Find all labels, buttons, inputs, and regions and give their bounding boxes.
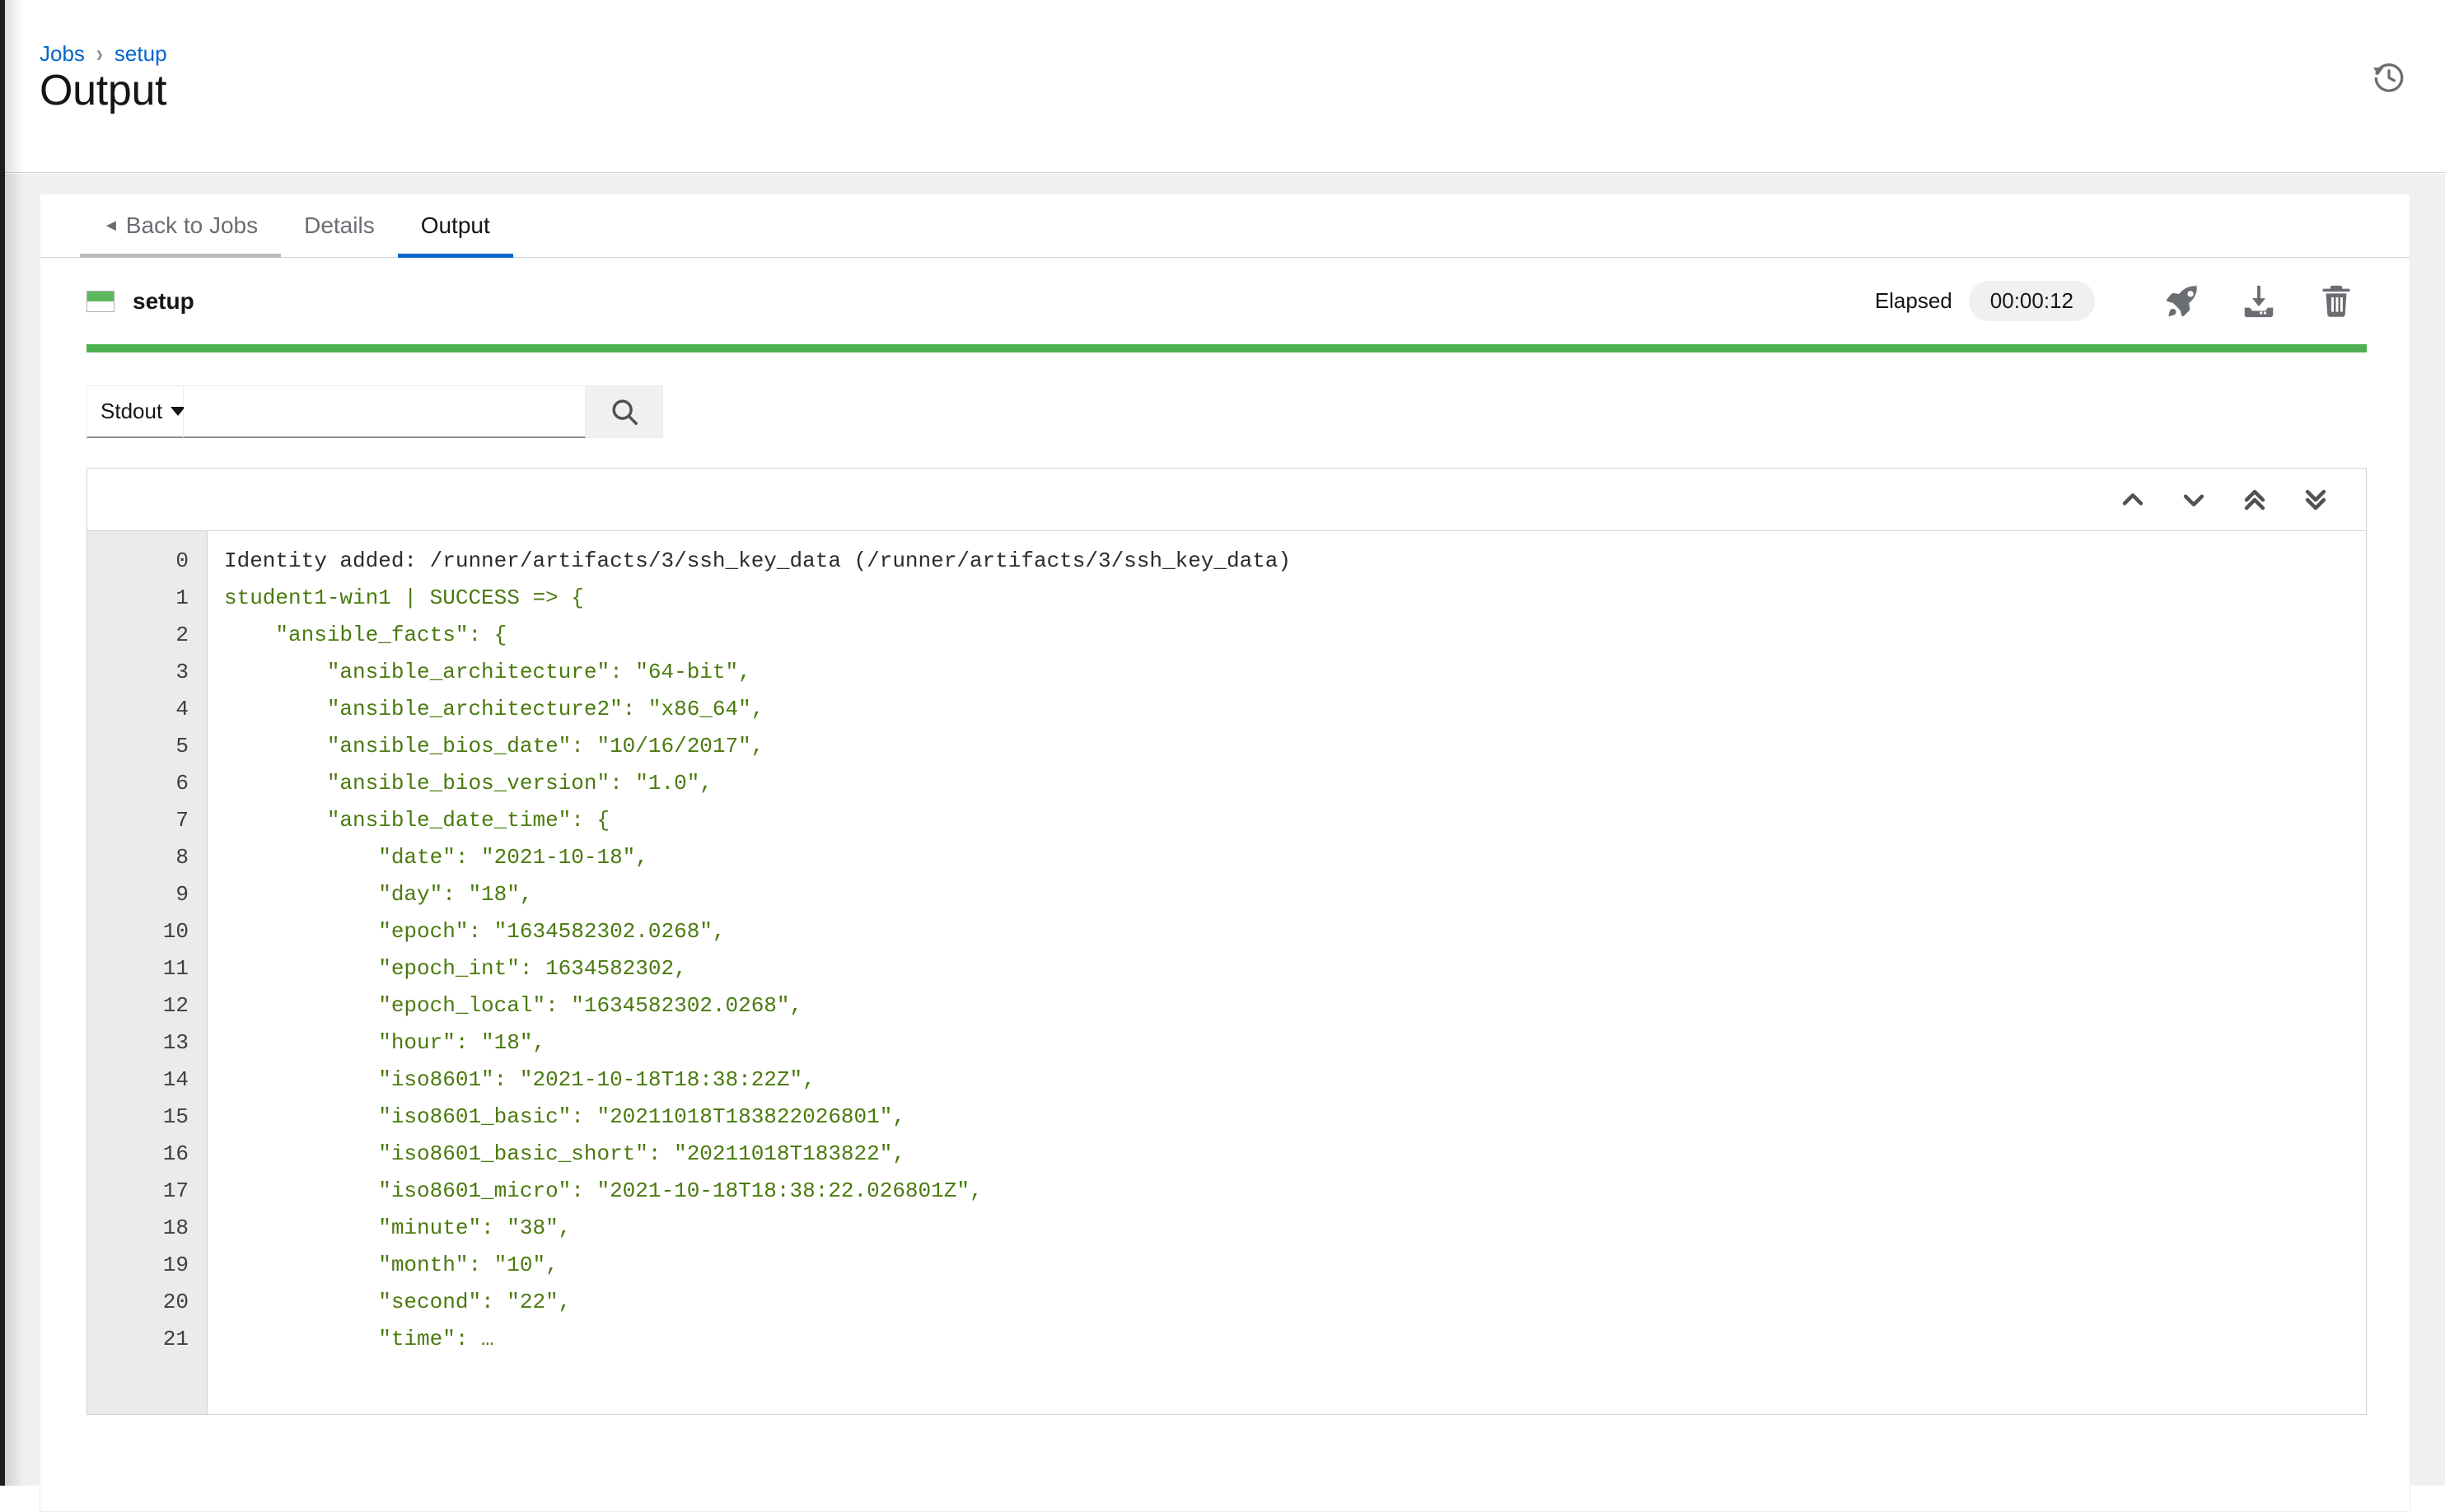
search-input[interactable]	[184, 385, 586, 438]
download-icon	[2244, 285, 2274, 317]
log-line: "second": "22",	[224, 1290, 572, 1314]
chevron-up-icon	[2122, 492, 2143, 506]
job-identity: setup	[86, 288, 194, 315]
line-number: 1	[175, 586, 189, 610]
history-icon-svg	[2373, 63, 2404, 92]
log-line: "epoch_local": "1634582302.0268",	[224, 993, 803, 1018]
search-icon	[611, 399, 638, 425]
log-line: "ansible_facts": {	[224, 623, 507, 647]
log-line: "ansible_bios_version": "1.0",	[224, 771, 713, 796]
breadcrumb: Jobs › setup	[40, 40, 167, 68]
scroll-up-button[interactable]	[2102, 475, 2163, 525]
tab-details-label: Details	[304, 212, 375, 238]
collapsed-sidebar[interactable]	[0, 0, 5, 1486]
rocket-icon	[2167, 284, 2197, 316]
line-number: 7	[175, 808, 189, 833]
log-line: student1-win1 | SUCCESS => {	[224, 586, 584, 610]
line-number: 11	[162, 956, 189, 981]
log-text-area[interactable]: Identity added: /runner/artifacts/3/ssh_…	[208, 531, 2366, 1414]
sidebar-shadow	[5, 0, 23, 1486]
log-line: "epoch": "1634582302.0268",	[224, 919, 726, 944]
line-number: 14	[162, 1067, 189, 1092]
job-name: setup	[133, 287, 194, 314]
delete-job-button[interactable]	[2312, 278, 2360, 325]
line-number: 18	[162, 1216, 189, 1240]
job-progress-fill	[86, 344, 2367, 352]
back-caret-icon: ◄	[103, 217, 119, 235]
tab-details[interactable]: Details	[281, 212, 398, 257]
breadcrumb-setup-link[interactable]: setup	[115, 41, 167, 67]
line-number: 0	[175, 548, 189, 573]
content-card: ◄ Back to Jobs Details Output setup Elap…	[40, 194, 2410, 1512]
log-line: Identity added: /runner/artifacts/3/ssh_…	[224, 548, 1292, 573]
output-panel-toolbar	[87, 469, 2366, 531]
line-number: 19	[162, 1253, 189, 1277]
breadcrumb-jobs-link[interactable]: Jobs	[40, 41, 85, 67]
log-line: "iso8601": "2021-10-18T18:38:22Z",	[224, 1067, 816, 1092]
history-restore-icon[interactable]	[2368, 56, 2410, 99]
line-number: 2	[175, 623, 189, 647]
line-number: 12	[162, 993, 189, 1018]
output-search-toolbar: Stdout	[86, 385, 663, 438]
line-number: 8	[175, 845, 189, 870]
line-number: 16	[162, 1141, 189, 1166]
breadcrumb-separator-icon: ›	[96, 40, 103, 68]
elapsed-value-badge: 00:00:12	[1968, 281, 2095, 321]
output-panel: 0 1 2 3 4 5 6 7 8 9 10 11 12 13 14 15 16 17 18 19 20 21 Ident…	[86, 468, 2367, 1415]
line-number-gutter: 0 1 2 3 4 5 6 7 8 9 10 11 12 13 14 15 16 17 18 19 20 21	[87, 531, 208, 1414]
log-line: "ansible_date_time": {	[224, 808, 610, 833]
stdout-type-select-value: Stdout	[101, 399, 163, 423]
stdout-type-select[interactable]: Stdout	[86, 385, 186, 438]
page-body: ◄ Back to Jobs Details Output setup Elap…	[5, 174, 2445, 1512]
log-line: "minute": "38",	[224, 1216, 572, 1240]
log-line: "time": …	[224, 1327, 494, 1351]
chevron-double-down-icon	[2305, 489, 2326, 510]
chevron-double-up-icon	[2244, 489, 2265, 510]
tab-back-to-jobs-label: Back to Jobs	[125, 212, 259, 238]
line-number: 10	[162, 919, 189, 944]
log-line: "hour": "18",	[224, 1030, 546, 1055]
line-number: 5	[175, 734, 189, 758]
line-number: 15	[162, 1104, 189, 1129]
log-line: "ansible_architecture": "64-bit",	[224, 660, 751, 684]
download-output-button[interactable]	[2235, 278, 2283, 325]
tab-bar: ◄ Back to Jobs Details Output	[40, 194, 2410, 258]
output-log-body[interactable]: 0 1 2 3 4 5 6 7 8 9 10 11 12 13 14 15 16 17 18 19 20 21 Ident…	[87, 531, 2366, 1414]
chevron-down-icon	[2183, 493, 2204, 506]
page-title: Output	[40, 67, 167, 114]
line-number: 17	[162, 1178, 189, 1203]
tab-output-label: Output	[420, 212, 490, 238]
scroll-last-button[interactable]	[2285, 475, 2346, 525]
scroll-down-button[interactable]	[2163, 475, 2224, 525]
scroll-first-button[interactable]	[2224, 475, 2285, 525]
search-submit-button[interactable]	[586, 385, 663, 438]
job-summary-row: setup Elapsed 00:00:12	[40, 258, 2410, 344]
line-number: 21	[162, 1327, 189, 1351]
log-line: "date": "2021-10-18",	[224, 845, 648, 870]
elapsed-label: Elapsed	[1874, 288, 1952, 313]
line-number: 13	[162, 1030, 189, 1055]
log-line: "iso8601_basic": "20211018T183822026801"…	[224, 1104, 905, 1129]
relaunch-job-button[interactable]	[2157, 278, 2205, 325]
trash-icon	[2322, 285, 2350, 317]
job-actions: Elapsed 00:00:12	[1875, 278, 2360, 325]
line-number: 3	[175, 660, 189, 684]
log-line: "ansible_bios_date": "10/16/2017",	[224, 734, 764, 758]
job-status-success-icon	[86, 290, 115, 312]
log-line: "month": "10",	[224, 1253, 559, 1277]
page-header: Jobs › setup Output	[5, 0, 2445, 173]
line-number: 9	[175, 882, 189, 907]
tab-output[interactable]: Output	[397, 212, 513, 258]
log-line: "iso8601_micro": "2021-10-18T18:38:22.02…	[224, 1178, 983, 1203]
log-line: "epoch_int": 1634582302,	[224, 956, 687, 981]
log-line: "day": "18",	[224, 882, 533, 907]
job-progress-track	[86, 344, 2367, 352]
log-line: "ansible_architecture2": "x86_64",	[224, 697, 764, 721]
line-number: 6	[175, 771, 189, 796]
tab-back-to-jobs[interactable]: ◄ Back to Jobs	[80, 212, 282, 258]
line-number: 4	[175, 697, 189, 721]
line-number: 20	[162, 1290, 189, 1314]
log-line: "iso8601_basic_short": "20211018T183822"…	[224, 1141, 905, 1166]
